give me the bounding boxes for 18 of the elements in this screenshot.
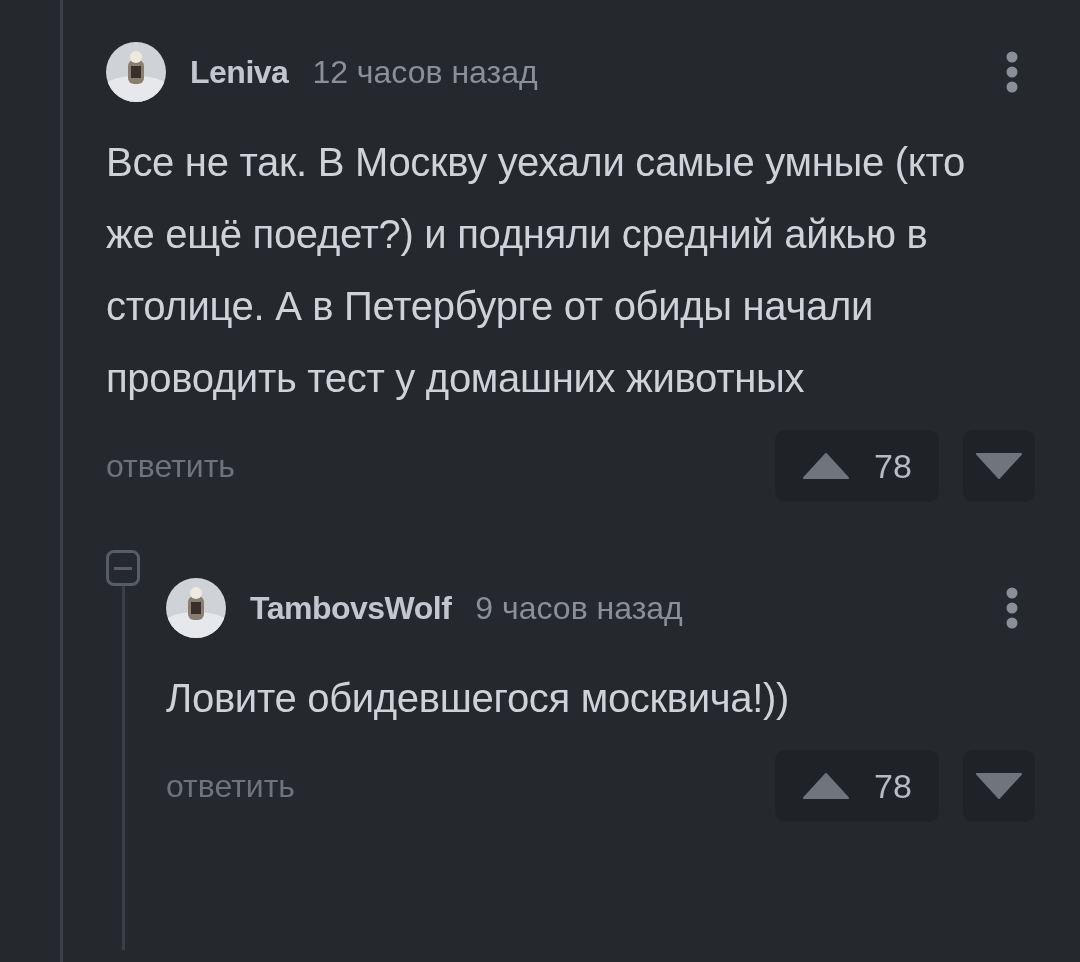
more-options-icon[interactable] [1005, 50, 1019, 94]
down-triangle-icon [975, 772, 1023, 800]
comment-text: Ловите обидевшегося москвича!)) [166, 675, 791, 722]
more-options-icon[interactable] [1005, 586, 1019, 630]
collapse-toggle[interactable] [106, 550, 140, 586]
timestamp: 9 часов назад [475, 589, 683, 628]
up-triangle-icon [802, 772, 851, 800]
minus-icon [114, 566, 132, 570]
downvote-button[interactable] [963, 430, 1035, 502]
upvote-button[interactable]: 78 [775, 750, 939, 822]
downvote-button[interactable] [963, 750, 1035, 822]
timestamp: 12 часов назад [312, 53, 538, 92]
up-triangle-icon [802, 452, 851, 480]
comment-text: Все не так. В Москву уехали самые умные (кто же ещё поедет?) и подняли средний айкью в столице. А в Петербурге от обиды начали проводить тест у домашних животных [106, 139, 966, 402]
down-triangle-icon [975, 452, 1023, 480]
author-name[interactable]: TambovsWolf [250, 584, 452, 632]
author-name[interactable]: Leniva [190, 48, 289, 96]
upvote-button[interactable]: 78 [775, 430, 939, 502]
